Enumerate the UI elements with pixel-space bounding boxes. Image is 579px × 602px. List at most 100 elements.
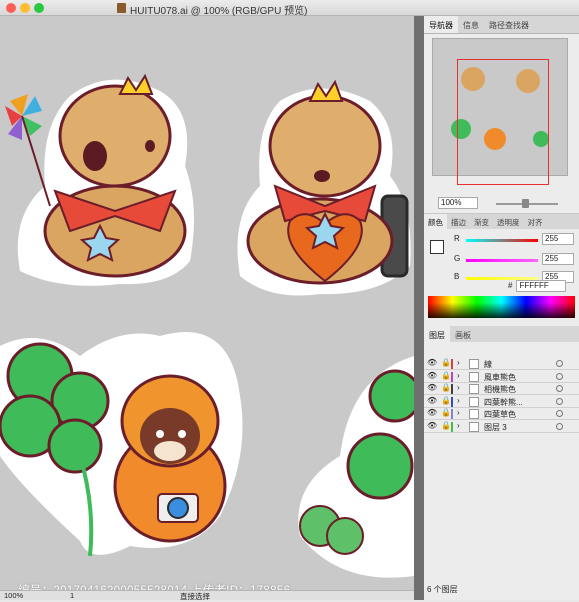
tab-artboards[interactable]: 画板 (450, 326, 476, 342)
layer-row[interactable]: 👁 🔒 › 四葉草色 (424, 408, 579, 420)
lock-icon[interactable]: 🔒 (441, 421, 451, 430)
lock-icon[interactable]: 🔒 (441, 383, 451, 392)
tab-navigator[interactable]: 导航器 (424, 16, 458, 33)
green-slider[interactable] (466, 259, 538, 262)
visibility-eye-icon[interactable]: 👁 (427, 383, 437, 392)
red-value-input[interactable]: 255 (542, 233, 574, 245)
navigator-zoom-row: 100% (424, 192, 579, 214)
green-value-input[interactable]: 255 (542, 253, 574, 265)
panel-divider[interactable] (414, 16, 424, 600)
navigator-view-frame[interactable] (457, 59, 549, 185)
green-label: G (454, 254, 461, 263)
layer-row[interactable]: 👁 🔒 › 線 (424, 358, 579, 370)
hash-icon: # (508, 281, 513, 290)
pinwheel-bear-sticker (5, 73, 195, 286)
red-label: R (454, 234, 460, 243)
color-tabs: 颜色 描边 渐变 透明度 对齐 (424, 214, 579, 229)
layer-row[interactable]: 👁 🔒 › 四葉幹熊... (424, 396, 579, 408)
layer-thumbnail (469, 384, 479, 394)
layer-target-icon[interactable] (556, 397, 563, 405)
layer-target-icon[interactable] (556, 410, 563, 417)
expand-arrow-icon[interactable]: › (457, 421, 460, 430)
status-bar: 100% 1 直接选择 (0, 590, 414, 602)
visibility-eye-icon[interactable]: 👁 (427, 421, 437, 430)
blue-label: B (454, 272, 460, 281)
red-channel-row: R 255 (454, 233, 574, 248)
lock-icon[interactable]: 🔒 (441, 408, 451, 417)
heart-bear-sticker (237, 79, 411, 296)
layers-tabs: 图层 画板 (424, 326, 579, 342)
hex-input[interactable]: FFFFFF (516, 280, 567, 292)
document-icon (117, 3, 126, 13)
tab-pathfinder[interactable]: 路径查找器 (484, 16, 534, 33)
title-bar: HUITU078.ai @ 100% (RGB/GPU 预览) (0, 0, 579, 17)
expand-arrow-icon[interactable]: › (457, 371, 460, 380)
right-panel: 导航器 信息 路径查找器 100% 颜色 描边 渐变 透明度 对齐 R 255 … (424, 16, 579, 600)
navigator-tabs: 导航器 信息 路径查找器 (424, 16, 579, 34)
layer-color-chip (451, 396, 453, 407)
artboard-canvas[interactable]: 编号：20170416200055528014 上传者ID：178856 (0, 16, 414, 590)
layer-target-icon[interactable] (556, 422, 563, 430)
navigator-thumbnail[interactable] (432, 38, 568, 185)
minimize-window-button[interactable] (20, 3, 30, 13)
clover-sticker (298, 356, 414, 578)
tab-stroke[interactable]: 描边 (447, 214, 470, 229)
layer-row[interactable]: 👁 🔒 › 風車熊色 (424, 371, 579, 383)
zoom-window-button[interactable] (34, 3, 44, 13)
layer-name[interactable]: 相機熊色 (484, 384, 516, 395)
layer-name[interactable]: 風車熊色 (484, 372, 516, 383)
status-artboard[interactable]: 1 (70, 591, 74, 600)
lock-icon[interactable]: 🔒 (441, 358, 451, 367)
red-slider[interactable] (466, 239, 538, 242)
visibility-eye-icon[interactable]: 👁 (427, 408, 437, 417)
layer-thumbnail (469, 409, 479, 419)
tab-color[interactable]: 颜色 (424, 214, 447, 229)
tab-info[interactable]: 信息 (458, 16, 484, 33)
layer-thumbnail (469, 359, 479, 369)
layer-target-icon[interactable] (556, 360, 563, 367)
clover-lion-sticker (0, 332, 243, 557)
artwork[interactable] (0, 16, 414, 590)
close-window-button[interactable] (6, 3, 16, 13)
layer-count: 6 个图层 (427, 585, 458, 594)
layer-thumbnail (469, 421, 479, 432)
expand-arrow-icon[interactable]: › (457, 396, 460, 405)
visibility-eye-icon[interactable]: 👁 (427, 371, 437, 380)
window-title: HUITU078.ai @ 100% (RGB/GPU 预览) (130, 6, 308, 17)
visibility-eye-icon[interactable]: 👁 (427, 396, 437, 405)
layer-color-chip (451, 371, 453, 382)
expand-arrow-icon[interactable]: › (457, 408, 460, 417)
color-spectrum[interactable] (428, 296, 575, 318)
tab-transparency[interactable]: 透明度 (493, 214, 524, 229)
layer-name[interactable]: 四葉草色 (484, 409, 516, 420)
layer-color-chip (451, 359, 453, 369)
expand-arrow-icon[interactable]: › (457, 383, 460, 392)
layer-color-chip (451, 384, 453, 394)
lock-icon[interactable]: 🔒 (441, 371, 451, 380)
lock-icon[interactable]: 🔒 (441, 396, 451, 405)
layer-color-chip (451, 421, 453, 432)
layer-color-chip (451, 409, 453, 419)
expand-arrow-icon[interactable]: › (457, 358, 460, 367)
tab-align[interactable]: 对齐 (524, 214, 547, 229)
hex-row: # FFFFFF (508, 280, 567, 292)
layer-thumbnail (469, 371, 479, 382)
layer-name[interactable]: 四葉幹熊... (484, 397, 523, 408)
zoom-slider-handle[interactable] (522, 199, 529, 208)
visibility-eye-icon[interactable]: 👁 (427, 358, 437, 367)
layer-thumbnail (469, 396, 479, 407)
tab-gradient[interactable]: 渐变 (470, 214, 493, 229)
status-tool[interactable]: 直接选择 (180, 591, 210, 602)
status-zoom[interactable]: 100% (4, 591, 23, 600)
layer-target-icon[interactable] (556, 385, 563, 392)
fill-swatch[interactable] (430, 240, 444, 254)
layer-name[interactable]: 图层 3 (484, 422, 507, 433)
watermark-text: 编号：20170416200055528014 上传者ID：178856 (18, 582, 290, 590)
green-channel-row: G 255 (454, 253, 574, 268)
layer-target-icon[interactable] (556, 372, 563, 380)
layer-name[interactable]: 線 (484, 359, 492, 370)
layer-row[interactable]: 👁 🔒 › 相機熊色 (424, 383, 579, 395)
tab-layers[interactable]: 图层 (424, 326, 450, 342)
zoom-input[interactable]: 100% (438, 197, 478, 209)
layer-row[interactable]: 👁 🔒 › 图层 3 (424, 421, 579, 433)
